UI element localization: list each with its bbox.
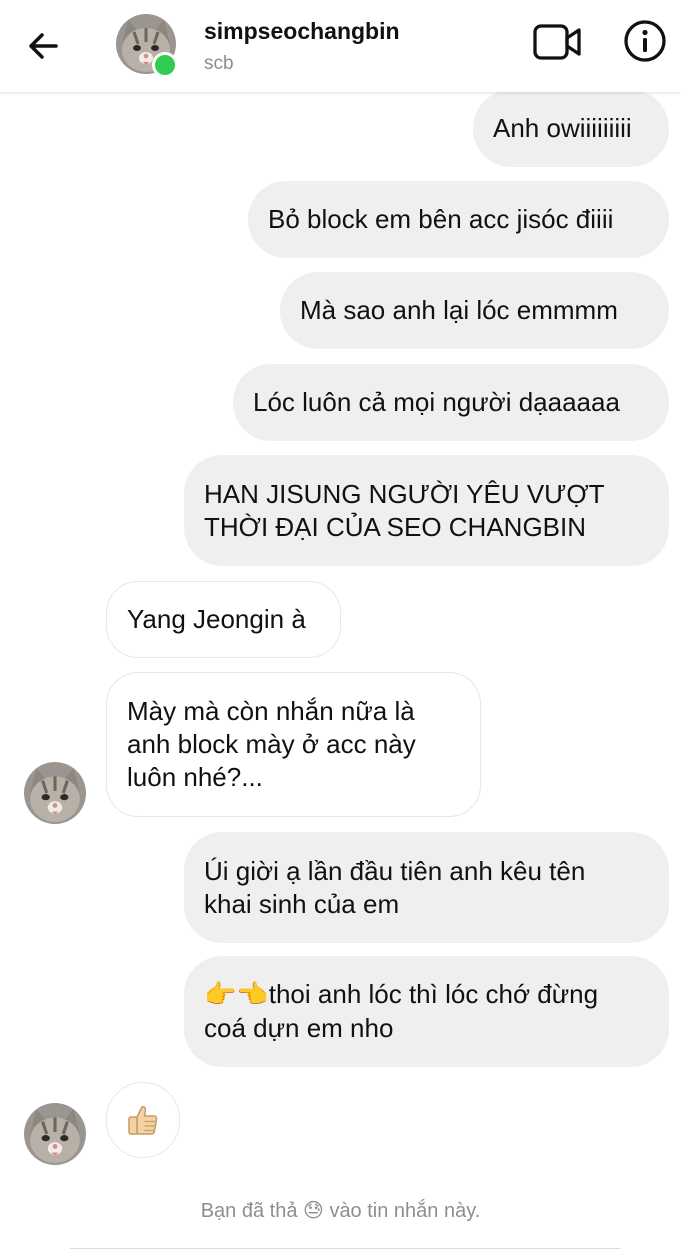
sweat-face-emoji: 😓: [303, 1198, 324, 1222]
pointing-fingers-emoji: 👉👈: [204, 980, 269, 1010]
message-text: Lóc luôn cả mọi người dạaaaaa: [253, 387, 620, 417]
divider: [70, 1248, 620, 1249]
video-call-button[interactable]: [532, 20, 584, 64]
cat-avatar-image: [24, 762, 86, 824]
message-text: Bỏ block em bên acc jisóc điiii: [268, 204, 614, 234]
message-thread[interactable]: Anh owiiiiiiiii Bỏ block em bên acc jisó…: [0, 0, 681, 1252]
message-line: Mày mà còn nhắn nữa là: [127, 696, 415, 726]
sender-avatar[interactable]: [24, 762, 86, 824]
outgoing-message[interactable]: Mà sao anh lại lóc emmmm: [280, 272, 669, 349]
message-line: luôn nhé?...: [127, 762, 263, 792]
reaction-note-text: Bạn đã thả: [200, 1200, 298, 1222]
outgoing-message[interactable]: 👉👈thoi anh lóc thì lóc chớ đừng coá dựn …: [184, 956, 669, 1067]
chat-username[interactable]: simpseochangbin: [204, 18, 400, 45]
back-arrow-icon: [29, 33, 58, 59]
outgoing-message[interactable]: Lóc luôn cả mọi người dạaaaaa: [233, 364, 669, 441]
online-status-dot: [152, 52, 178, 78]
message-text: Mày mà còn nhắn nữa là anh block mày ở a…: [127, 695, 416, 794]
message-text: 👉👈thoi anh lóc thì lóc chớ đừng coá dựn …: [204, 978, 598, 1045]
info-icon: [624, 20, 666, 62]
chat-header: simpseochangbin scb: [0, 0, 681, 92]
outgoing-message[interactable]: Úi giời ạ lần đầu tiên anh kêu tên khai …: [184, 832, 669, 943]
message-line: 👉👈thoi anh lóc thì lóc chớ đừng: [204, 978, 598, 1012]
reaction-note: Bạn đã thả 😓 vào tin nhắn này.: [0, 1198, 681, 1223]
thumbs-up-icon: [128, 1106, 158, 1135]
message-text: Yang Jeongin à: [127, 604, 306, 634]
message-text: HAN JISUNG NGƯỜI YÊU VƯỢT THỜI ĐẠI CỦA S…: [204, 478, 605, 544]
incoming-message[interactable]: Mày mà còn nhắn nữa là anh block mày ở a…: [106, 672, 481, 817]
message-line: Úi giời ạ lần đầu tiên anh kêu tên: [204, 855, 586, 886]
chat-subname: scb: [204, 53, 234, 74]
message-text: Anh owiiiiiiiii: [493, 113, 632, 143]
outgoing-message[interactable]: Bỏ block em bên acc jisóc điiii: [248, 181, 669, 258]
message-line: THỜI ĐẠI CỦA SEO CHANGBIN: [204, 511, 587, 542]
reaction-note-text: vào tin nhắn này.: [329, 1200, 481, 1222]
incoming-message[interactable]: Yang Jeongin à: [106, 581, 341, 658]
info-button[interactable]: [622, 18, 668, 64]
sender-avatar[interactable]: [24, 1103, 86, 1165]
message-line: khai sinh của em: [204, 888, 400, 919]
message-line: HAN JISUNG NGƯỜI YÊU VƯỢT: [204, 478, 605, 509]
back-button[interactable]: [22, 24, 66, 68]
video-call-icon: [533, 24, 581, 60]
message-line: coá dựn em nho: [204, 1013, 394, 1043]
cat-avatar-image: [24, 1103, 86, 1165]
message-text: Mà sao anh lại lóc emmmm: [300, 295, 618, 325]
outgoing-message[interactable]: HAN JISUNG NGƯỜI YÊU VƯỢT THỜI ĐẠI CỦA S…: [184, 455, 669, 566]
message-line: anh block mày ở acc này: [127, 729, 416, 759]
thumbs-up-message[interactable]: [106, 1082, 180, 1158]
outgoing-message[interactable]: Anh owiiiiiiiii: [473, 90, 669, 167]
message-line-text: thoi anh lóc thì lóc chớ đừng: [268, 979, 599, 1009]
message-text: Úi giời ạ lần đầu tiên anh kêu tên khai …: [204, 855, 585, 921]
